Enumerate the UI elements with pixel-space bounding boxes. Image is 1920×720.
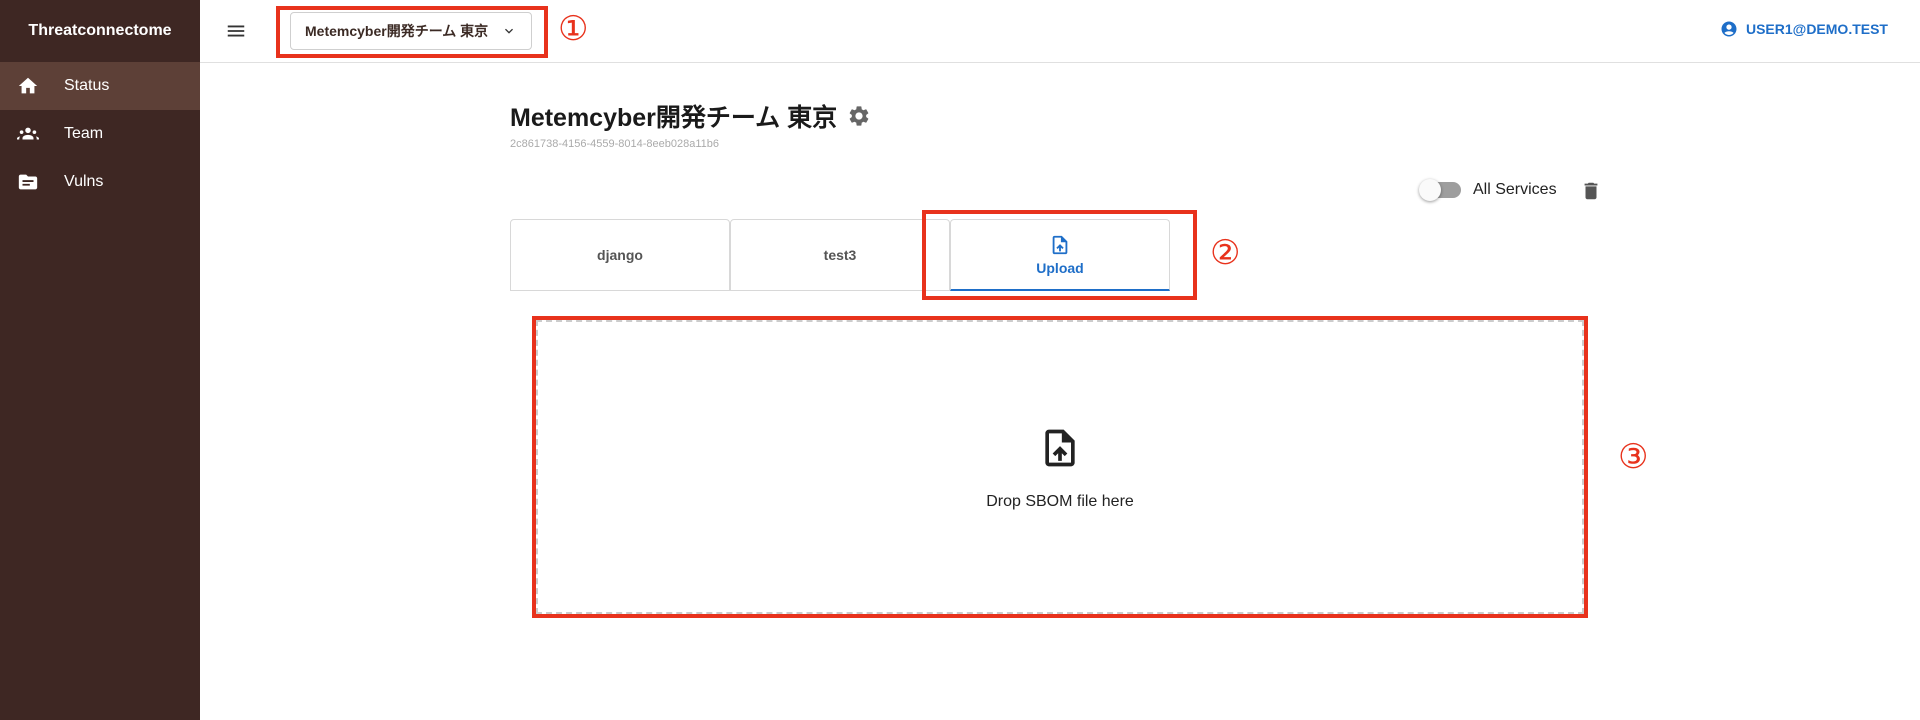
sidebar-item-vulns[interactable]: Vulns <box>0 158 200 206</box>
sidebar: Threatconnectome Status Team Vulns <box>0 0 200 720</box>
sidebar-item-label: Vulns <box>64 173 104 190</box>
topic-folder-icon <box>16 170 40 194</box>
all-services-toggle[interactable] <box>1419 178 1463 202</box>
sidebar-item-label: Team <box>64 125 104 142</box>
annotation-number-2: ② <box>1210 233 1241 273</box>
annotation-number-1: ① <box>558 9 589 49</box>
user-email: USER1@DEMO.TEST <box>1745 21 1888 37</box>
all-services-label: All Services <box>1473 181 1557 198</box>
annotation-box-2 <box>922 210 1197 300</box>
sidebar-item-label: Status <box>64 77 110 94</box>
delete-icon[interactable] <box>1580 179 1602 203</box>
sidebar-item-team[interactable]: Team <box>0 110 200 158</box>
tab-django[interactable]: django <box>510 219 730 291</box>
annotation-box-1 <box>276 6 548 58</box>
hamburger-menu-icon <box>227 25 245 37</box>
page-title: Metemcyber開発チーム 東京 <box>510 98 871 134</box>
gear-icon[interactable] <box>847 104 871 128</box>
toggle-knob <box>1419 179 1441 201</box>
annotation-box-3 <box>532 316 1588 618</box>
all-services-toggle-group: All Services <box>1419 178 1557 202</box>
groups-icon <box>16 122 40 146</box>
tab-test3[interactable]: test3 <box>730 219 950 291</box>
sidebar-item-status[interactable]: Status <box>0 62 200 110</box>
tab-label: django <box>597 247 643 263</box>
user-account-button[interactable]: USER1@DEMO.TEST <box>1720 20 1888 38</box>
app-title: Threatconnectome <box>28 22 172 39</box>
menu-button[interactable] <box>220 17 252 45</box>
tab-label: test3 <box>823 247 857 263</box>
home-icon <box>16 74 40 98</box>
account-circle-icon <box>1721 21 1737 37</box>
team-name: Metemcyber開発チーム 東京 <box>510 104 838 132</box>
annotation-number-3: ③ <box>1618 437 1649 477</box>
team-id: 2c861738-4156-4559-8014-8eeb028a11b6 <box>510 138 719 150</box>
